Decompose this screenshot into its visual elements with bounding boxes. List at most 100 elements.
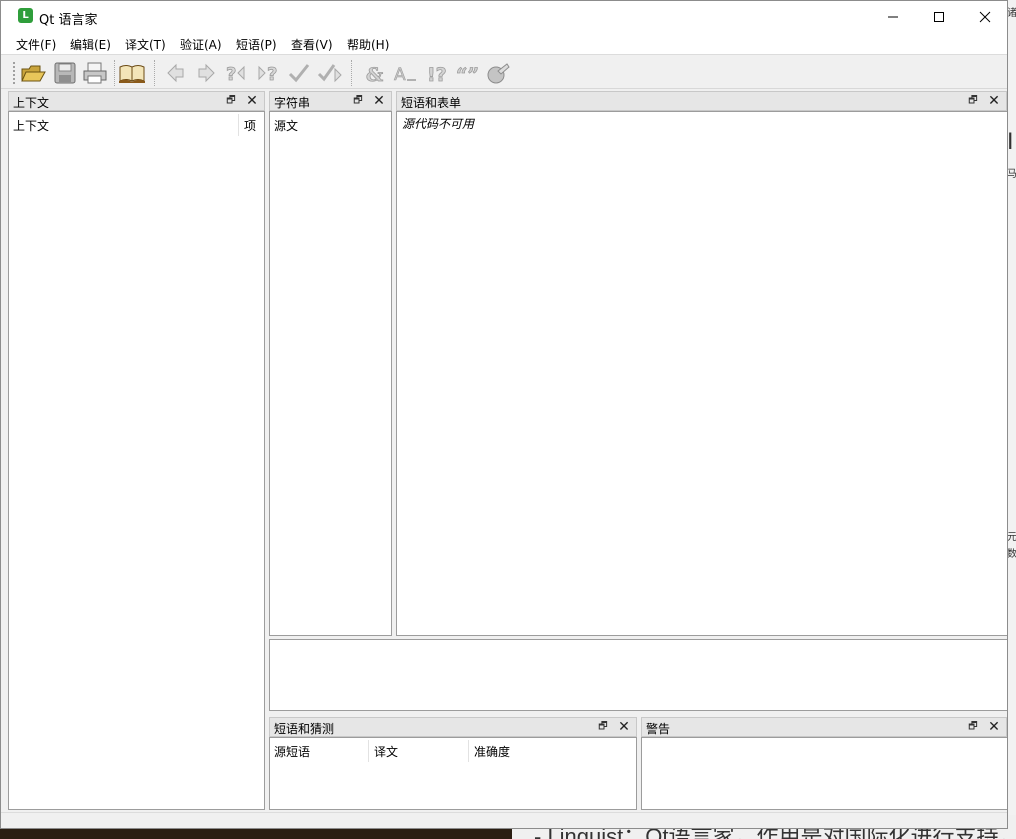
toolbar-handle[interactable] (12, 61, 16, 85)
accelerators-button[interactable]: & (360, 59, 388, 87)
done-next-icon (317, 64, 342, 83)
source-unavailable-message: 源代码不可用 (402, 117, 475, 131)
linguist-window: L Qt 语言家 文件(F) 编辑(E) 译文(T) 验证(A) 短语(P) 查… (0, 0, 1008, 829)
done-and-next-button[interactable] (316, 59, 344, 87)
previous-icon (167, 63, 184, 83)
background-window-edge: 诸 I 马 元 数 (1007, 0, 1016, 839)
svg-text:“”: “” (456, 63, 479, 85)
column-header-accuracy[interactable]: 准确度 (470, 738, 514, 762)
next-unfinished-button[interactable]: ? (254, 59, 282, 87)
context-dock-title: 上下文 (13, 96, 50, 110)
close-icon[interactable]: ✕ (617, 719, 631, 735)
guesses-list[interactable]: 源短语 译文 准确度 (269, 737, 637, 810)
menu-file[interactable]: 文件(F) (16, 36, 56, 53)
strings-list[interactable]: 源文 (269, 111, 392, 636)
done-button[interactable] (285, 59, 313, 87)
place-markers-icon (487, 63, 510, 84)
close-icon[interactable]: ✕ (987, 93, 1001, 109)
svg-text:A: A (394, 65, 406, 85)
column-divider[interactable] (238, 114, 239, 136)
close-button[interactable] (962, 1, 1007, 32)
column-header-source-text[interactable]: 源文 (270, 112, 302, 136)
done-icon (288, 64, 310, 83)
next-unfinished-icon: ? (258, 64, 278, 85)
surrounding-whitespace-icon: A (394, 65, 416, 85)
context-dock-header: 上下文 🗗 ✕ (8, 91, 265, 111)
phrases-forms-dock-header: 短语和表单 🗗 ✕ (396, 91, 1007, 111)
app-logo-icon: L (18, 8, 33, 23)
svg-text:!?: !? (427, 64, 447, 85)
toolbar: ? ? & A !? “” (1, 54, 1007, 89)
open-folder-icon (21, 65, 46, 82)
close-icon (979, 11, 991, 22)
maximize-button[interactable] (916, 1, 962, 32)
phrases-icon: “” (456, 63, 480, 85)
close-icon[interactable]: ✕ (987, 719, 1001, 735)
strings-dock-title: 字符串 (274, 96, 311, 110)
toolbar-separator (351, 60, 353, 86)
title-bar: L Qt 语言家 (1, 1, 1007, 32)
close-icon[interactable]: ✕ (372, 93, 386, 109)
accelerators-icon: & (366, 64, 384, 85)
print-button[interactable] (81, 59, 109, 87)
warnings-dock: 警告 🗗 ✕ (641, 717, 1007, 810)
column-header-source-phrase[interactable]: 源短语 (270, 738, 314, 762)
svg-text:?: ? (226, 64, 236, 85)
minimize-icon (888, 16, 898, 17)
warnings-dock-title: 警告 (646, 722, 671, 736)
menu-edit[interactable]: 编辑(E) (70, 36, 111, 53)
save-icon (54, 62, 76, 84)
minimize-button[interactable] (870, 1, 916, 32)
float-icon[interactable]: 🗗 (596, 720, 610, 734)
float-icon[interactable]: 🗗 (351, 94, 365, 108)
column-divider[interactable] (368, 740, 369, 762)
previous-unfinished-button[interactable]: ? (223, 59, 251, 87)
translation-editor[interactable] (269, 639, 1007, 711)
next-icon (198, 63, 215, 83)
menu-view[interactable]: 查看(V) (291, 36, 333, 53)
column-header-translation[interactable]: 译文 (370, 738, 402, 762)
phrases-and-guesses-dock: 短语和猜测 🗗 ✕ 源短语 译文 准确度 (269, 717, 637, 810)
phrasebook-icon (119, 65, 145, 83)
column-header-context[interactable]: 上下文 (9, 112, 53, 136)
guesses-dock-title: 短语和猜测 (274, 722, 335, 736)
close-icon[interactable]: ✕ (245, 93, 259, 109)
maximize-icon (934, 11, 944, 22)
float-icon[interactable]: 🗗 (224, 94, 238, 108)
toolbar-separator (114, 60, 116, 86)
svg-text:?: ? (267, 64, 277, 85)
menu-translation[interactable]: 译文(T) (125, 36, 166, 53)
column-header-items[interactable]: 项 (240, 112, 260, 136)
context-dock: 上下文 🗗 ✕ 上下文 项 (8, 91, 265, 810)
save-button[interactable] (51, 59, 79, 87)
context-list[interactable]: 上下文 项 (8, 111, 265, 810)
source-code-view: 源代码不可用 (396, 111, 1007, 636)
open-button[interactable] (19, 59, 47, 87)
toolbar-separator (154, 60, 156, 86)
punctuation-icon: !? (427, 64, 447, 85)
status-bar (1, 812, 1007, 828)
svg-text:&: & (366, 64, 383, 85)
menu-phrases[interactable]: 短语(P) (236, 36, 277, 53)
surrounding-whitespace-button[interactable]: A (391, 59, 419, 87)
menu-help[interactable]: 帮助(H) (347, 36, 389, 53)
phrases-forms-dock-title: 短语和表单 (401, 96, 462, 110)
warnings-dock-header: 警告 🗗 ✕ (641, 717, 1007, 737)
window-title: Qt 语言家 (39, 13, 98, 28)
place-markers-button[interactable] (484, 59, 512, 87)
previous-button[interactable] (162, 59, 190, 87)
print-icon (83, 62, 107, 84)
punctuation-button[interactable]: !? (422, 59, 450, 87)
menu-validation[interactable]: 验证(A) (180, 36, 222, 53)
phrases-and-forms-dock: 短语和表单 🗗 ✕ 源代码不可用 (396, 91, 1007, 636)
open-phrasebook-button[interactable] (118, 59, 146, 87)
guesses-dock-header: 短语和猜测 🗗 ✕ (269, 717, 637, 737)
warnings-list[interactable] (641, 737, 1007, 810)
next-button[interactable] (192, 59, 220, 87)
float-icon[interactable]: 🗗 (966, 720, 980, 734)
phrases-button[interactable]: “” (453, 59, 481, 87)
float-icon[interactable]: 🗗 (966, 94, 980, 108)
column-divider[interactable] (468, 740, 469, 762)
strings-dock-header: 字符串 🗗 ✕ (269, 91, 392, 111)
menu-bar: 文件(F) 编辑(E) 译文(T) 验证(A) 短语(P) 查看(V) 帮助(H… (1, 32, 1007, 54)
